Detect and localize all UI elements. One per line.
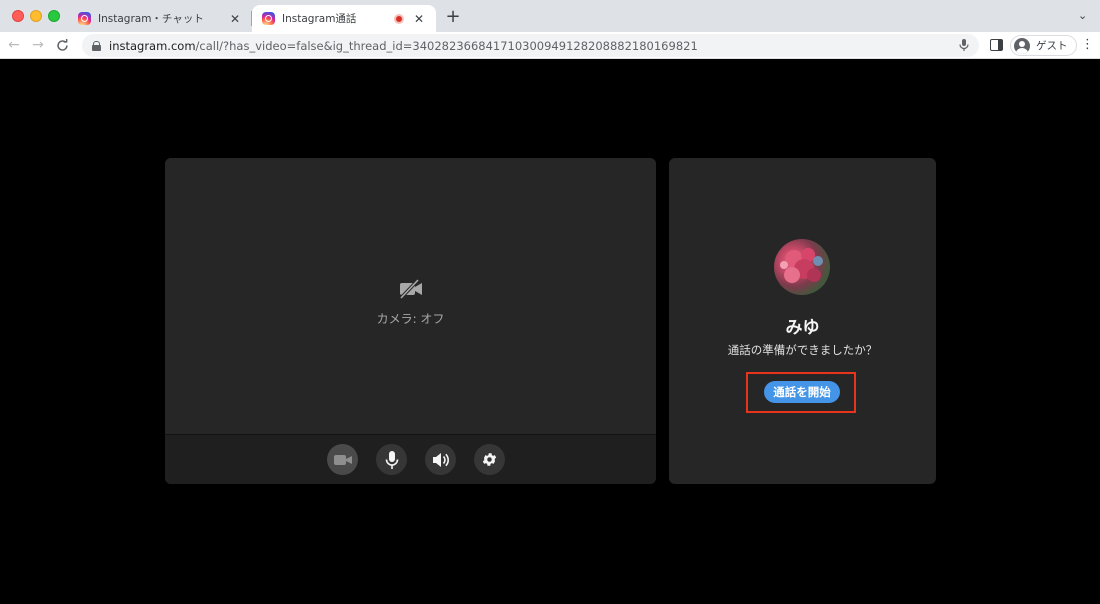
callee-name: みゆ	[785, 318, 820, 338]
start-call-button[interactable]: 通話を開始	[764, 381, 840, 403]
new-tab-button[interactable]: +	[444, 8, 462, 26]
guest-avatar-icon	[1014, 37, 1030, 54]
tab-instagram-chat[interactable]: Instagram・チャット ✕	[68, 5, 252, 32]
profile-label: ゲスト	[1036, 40, 1068, 52]
back-arrow-icon[interactable]: ←	[5, 36, 23, 54]
callee-avatar	[774, 239, 830, 295]
window-zoom-button[interactable]	[48, 10, 60, 22]
reload-icon[interactable]	[53, 36, 71, 54]
microphone-toggle-button[interactable]	[376, 444, 407, 475]
camera-toggle-button[interactable]	[327, 444, 358, 475]
video-preview-panel: カメラ: オフ	[165, 158, 656, 484]
speaker-toggle-button[interactable]	[425, 444, 456, 475]
tab-title: Instagram・チャット	[98, 13, 204, 25]
url-text: instagram.com/call/?has_video=false&ig_t…	[109, 39, 698, 53]
tab-title: Instagram通話	[282, 13, 357, 25]
window-close-button[interactable]	[12, 10, 24, 22]
camera-off-icon	[399, 279, 422, 299]
settings-button[interactable]	[474, 444, 505, 475]
url-host: instagram.com	[109, 38, 196, 53]
call-controls-bar	[165, 434, 656, 484]
instagram-favicon-icon	[78, 12, 91, 25]
tab-instagram-call[interactable]: Instagram通話 ✕	[252, 5, 436, 32]
more-menu-icon[interactable]: ⋮	[1081, 38, 1094, 52]
tab-search-chevron-icon[interactable]: ⌄	[1078, 9, 1087, 22]
voice-search-mic-icon[interactable]	[957, 38, 971, 52]
video-area: カメラ: オフ	[165, 158, 656, 434]
callee-photo	[780, 248, 823, 283]
profile-button[interactable]: ゲスト	[1010, 35, 1077, 56]
lock-icon[interactable]	[92, 41, 101, 51]
address-bar[interactable]: instagram.com/call/?has_video=false&ig_t…	[82, 34, 979, 57]
browser-toolbar: ← → instagram.com/call/?has_video=false&…	[0, 32, 1100, 59]
forward-arrow-icon[interactable]: →	[29, 36, 47, 54]
url-path: /call/?has_video=false&ig_thread_id=3402…	[195, 38, 698, 53]
instagram-favicon-icon	[262, 12, 275, 25]
microphone-icon	[385, 450, 398, 469]
video-camera-icon	[333, 454, 352, 465]
speaker-icon	[432, 452, 449, 467]
recording-indicator-icon	[394, 13, 404, 24]
camera-status-label: カメラ: オフ	[376, 312, 445, 326]
tab-close-icon[interactable]: ✕	[412, 12, 426, 26]
call-start-panel: みゆ 通話の準備ができましたか？ 通話を開始	[669, 158, 936, 484]
side-panel-icon[interactable]	[990, 39, 1003, 51]
tab-strip: Instagram・チャット ✕ Instagram通話 ✕ + ⌄	[0, 0, 1100, 32]
settings-gear-icon	[482, 453, 497, 466]
window-minimize-button[interactable]	[30, 10, 42, 22]
call-page: カメラ: オフ みゆ 通話の準備ができましたか？ 通話を開始	[0, 59, 1100, 604]
call-ready-prompt: 通話の準備ができましたか？	[727, 343, 878, 357]
tab-close-icon[interactable]: ✕	[228, 12, 242, 26]
